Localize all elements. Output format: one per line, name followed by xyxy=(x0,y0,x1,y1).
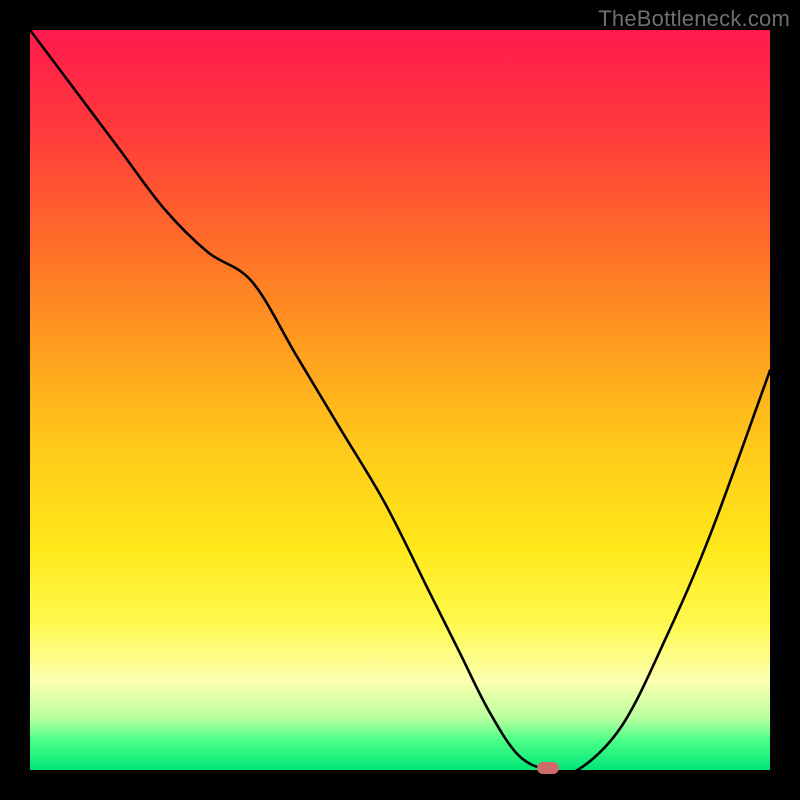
optimum-marker xyxy=(537,762,559,774)
chart-container: TheBottleneck.com xyxy=(0,0,800,800)
bottleneck-curve xyxy=(30,30,770,770)
curve-svg xyxy=(30,30,770,770)
watermark-text: TheBottleneck.com xyxy=(598,6,790,32)
